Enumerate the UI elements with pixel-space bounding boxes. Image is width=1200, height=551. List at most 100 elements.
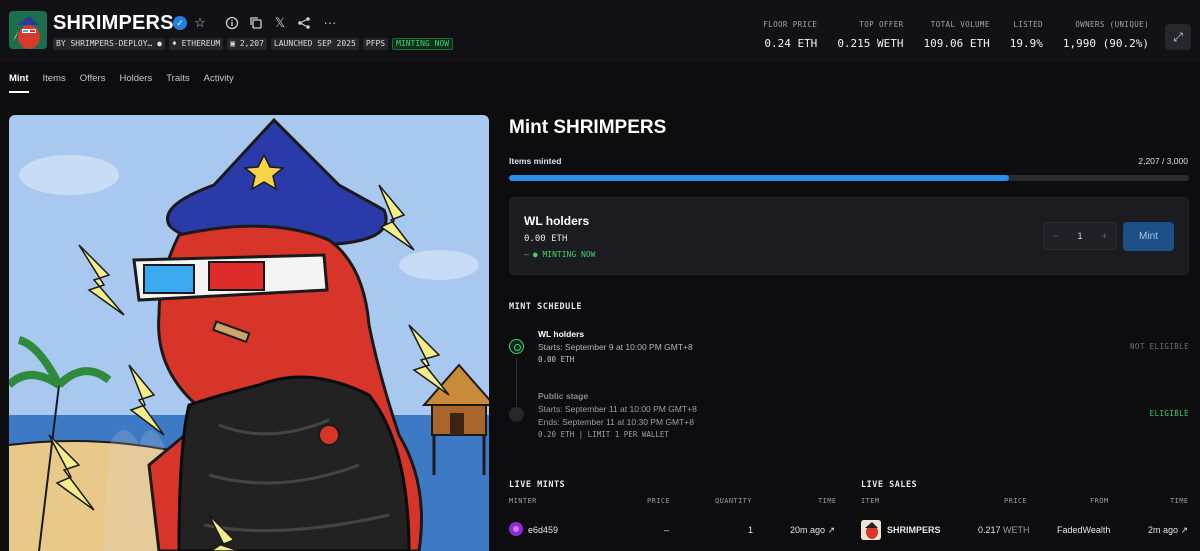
increment-button[interactable]: + xyxy=(1102,231,1107,241)
wl-price-amount: 0.00 xyxy=(524,234,546,244)
stat-floor-price: FLOOR PRICE 0.24 ETH xyxy=(763,20,817,50)
stat-label: LISTED xyxy=(1013,20,1043,29)
tab-items[interactable]: Items xyxy=(43,73,66,93)
items-count: 2,207 xyxy=(239,39,264,48)
stage-end: Ends: September 11 at 10:30 PM GMT+8 xyxy=(538,417,694,427)
verified-small-icon: ● xyxy=(157,39,162,48)
x-icon[interactable]: 𝕏 xyxy=(272,15,288,31)
sale-price: 0.217 WETH xyxy=(978,525,1030,535)
schedule-timeline xyxy=(516,358,517,406)
verified-icon: ✓ xyxy=(173,16,187,30)
decrement-button[interactable]: − xyxy=(1053,231,1058,241)
col-quantity: QUANTITY xyxy=(715,497,752,505)
info-icon[interactable] xyxy=(224,15,240,31)
copy-icon[interactable] xyxy=(248,15,264,31)
more-icon[interactable]: ··· xyxy=(322,15,338,31)
stat-label: FLOOR PRICE xyxy=(763,20,818,29)
wl-price: 0.00 ETH xyxy=(524,234,567,244)
stat-label: TOP OFFER xyxy=(859,20,904,29)
wl-status-label: MINTING NOW xyxy=(542,250,596,259)
stage-start: Starts: September 11 at 10:00 PM GMT+8 xyxy=(538,404,697,414)
stat-total-volume: TOTAL VOLUME 109.06 ETH xyxy=(924,20,990,50)
items-icon: ▣ xyxy=(230,39,235,48)
star-icon[interactable]: ☆ xyxy=(192,15,208,31)
live-sales-title: LIVE SALES xyxy=(861,480,918,490)
creator-label: BY SHRIMPERS-DEPLOY… xyxy=(56,39,153,48)
quantity-value[interactable]: 1 xyxy=(1077,231,1082,241)
minter-address[interactable]: e6d459 xyxy=(528,525,558,535)
mint-button[interactable]: Mint xyxy=(1123,222,1174,251)
mint-price: – xyxy=(664,525,670,535)
sale-item-name[interactable]: SHRIMPERS xyxy=(887,525,941,535)
sale-from[interactable]: FadedWealth xyxy=(1057,525,1110,535)
chain-badge[interactable]: ♦ ETHEREUM xyxy=(168,38,224,50)
collection-badges: BY SHRIMPERS-DEPLOY… ● ♦ ETHEREUM ▣ 2,20… xyxy=(53,38,454,50)
launched-badge: LAUNCHED SEP 2025 xyxy=(270,38,359,50)
col-price: PRICE xyxy=(647,497,671,505)
tab-offers[interactable]: Offers xyxy=(80,73,106,93)
collection-tabs: Mint Items Offers Holders Traits Activit… xyxy=(9,73,234,93)
sale-time-link[interactable]: 2m ago ↗ xyxy=(1148,525,1188,536)
col-time: TIME xyxy=(1170,497,1189,505)
stat-value: 0.24 ETH xyxy=(764,37,818,50)
wl-status-dash: – xyxy=(524,250,529,259)
status-badge: MINTING NOW xyxy=(392,38,454,50)
stat-listed: LISTED 19.9% xyxy=(1010,20,1043,50)
tab-mint[interactable]: Mint xyxy=(9,73,29,93)
mint-title: Mint SHRIMPERS xyxy=(509,117,667,138)
wl-stage-name: WL holders xyxy=(524,214,590,228)
stage-start: Starts: September 9 at 10:00 PM GMT+8 xyxy=(538,342,693,352)
stage-price-amount: 0.20 xyxy=(538,430,557,439)
chain-label: ETHEREUM xyxy=(181,39,221,48)
items-badge: ▣ 2,207 xyxy=(227,38,267,50)
stage-name: Public stage xyxy=(538,391,589,401)
stage-price: 0.00 ETH xyxy=(538,355,574,364)
stat-value: 0.215 WETH xyxy=(837,37,904,50)
creator-badge[interactable]: BY SHRIMPERS-DEPLOY… ● xyxy=(53,38,165,50)
stage-price: 0.20 ETH | LIMIT 1 PER WALLET xyxy=(538,430,669,439)
sale-price-amount: 0.217 xyxy=(978,525,1001,535)
stat-value: 109.06 ETH xyxy=(923,37,990,50)
tab-holders[interactable]: Holders xyxy=(119,73,152,93)
col-price: PRICE xyxy=(1004,497,1028,505)
stage-price-amount: 0.00 xyxy=(538,355,557,364)
collection-stats: FLOOR PRICE 0.24 ETH TOP OFFER 0.215 WET… xyxy=(743,20,1149,50)
stat-top-offer: TOP OFFER 0.215 WETH xyxy=(837,20,903,50)
category-badge[interactable]: PFPS xyxy=(362,38,389,50)
collection-title: SHRIMPERS xyxy=(53,12,174,34)
wl-price-currency: ETH xyxy=(551,234,568,244)
items-minted-label: Items minted xyxy=(509,156,562,166)
tab-activity[interactable]: Activity xyxy=(204,73,234,93)
mint-quantity: 1 xyxy=(748,525,754,535)
stat-value: 19.9% xyxy=(1009,37,1043,50)
col-item: ITEM xyxy=(861,497,880,505)
stat-value: 1,990 (90.2%) xyxy=(1062,37,1149,50)
stage-active-icon xyxy=(509,339,524,354)
col-time: TIME xyxy=(818,497,837,505)
mint-progress-bar xyxy=(509,175,1189,181)
stat-label: TOTAL VOLUME xyxy=(930,20,990,29)
mint-schedule-title: MINT SCHEDULE xyxy=(509,302,583,312)
mint-time-link[interactable]: 20m ago ↗ xyxy=(790,525,835,536)
nft-artwork xyxy=(9,115,489,551)
stage-eligibility: NOT ELIGIBLE xyxy=(1130,342,1189,351)
stage-name: WL holders xyxy=(538,329,585,339)
collection-avatar xyxy=(9,11,47,49)
stage-inactive-icon xyxy=(509,407,524,422)
mint-progress-fill xyxy=(509,175,1010,181)
sale-price-currency: WETH xyxy=(1003,525,1030,535)
col-from: FROM xyxy=(1090,497,1109,505)
stage-price-currency: ETH | LIMIT 1 PER WALLET xyxy=(560,430,669,439)
sale-item-thumbnail[interactable] xyxy=(861,520,881,540)
tab-traits[interactable]: Traits xyxy=(166,73,189,93)
stat-owners: OWNERS (UNIQUE) 1,990 (90.2%) xyxy=(1063,20,1149,50)
expand-icon[interactable]: ⤢ xyxy=(1165,24,1191,50)
live-mints-title: LIVE MINTS xyxy=(509,480,566,490)
minter-avatar xyxy=(509,522,523,536)
share-icon[interactable] xyxy=(296,15,312,31)
quantity-stepper[interactable]: − 1 + xyxy=(1043,222,1117,250)
items-minted-value: 2,207 / 3,000 xyxy=(1138,156,1188,166)
wl-status: – ● MINTING NOW xyxy=(524,250,596,259)
wl-mint-card: WL holders 0.00 ETH – ● MINTING NOW − 1 +… xyxy=(509,197,1189,275)
col-minter: MINTER xyxy=(509,497,537,505)
